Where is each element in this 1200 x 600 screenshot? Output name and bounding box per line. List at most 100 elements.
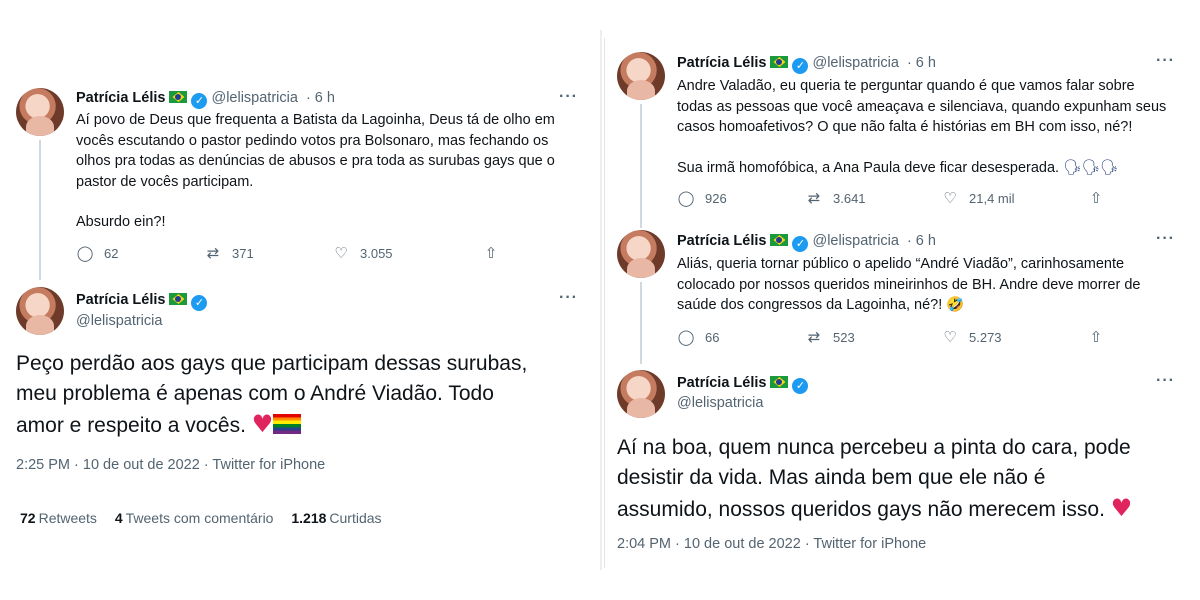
red-heart-emoji: ♥ — [1110, 494, 1133, 522]
retweets-stat[interactable]: 72 Retweets — [20, 510, 97, 526]
display-name[interactable]: Patrícia Lélis — [677, 55, 766, 71]
tweet-text-line: Aliás, queria tornar público o apelido “… — [677, 256, 1125, 272]
more-icon[interactable]: ··· — [559, 88, 578, 106]
retweet-icon: ⇄ — [206, 245, 220, 262]
retweet-count: 3.641 — [833, 190, 866, 206]
display-name[interactable]: Patrícia Lélis — [677, 375, 766, 391]
retweets-count: 72 — [20, 510, 36, 526]
retweet-button[interactable]: ⇄ 371 — [204, 244, 332, 262]
tweet-text: Peço perdão aos gays que participam dess… — [16, 349, 591, 441]
username[interactable]: @lelispatricia — [812, 233, 898, 249]
like-button[interactable]: ♡ 21,4 mil — [941, 189, 1087, 207]
verified-badge-icon: ✓ — [191, 295, 208, 311]
like-button[interactable]: ♡ 3.055 — [332, 244, 482, 262]
reply-count: 926 — [705, 190, 727, 206]
username[interactable]: @lelispatricia — [812, 55, 898, 71]
left-screenshot: Patrícia Lélis ✓ @lelispatricia · 6 h ··· … — [0, 72, 600, 542]
tweet-text-line: Aí na boa, quem nunca percebeu a pinta d… — [617, 436, 1131, 459]
heart-icon: ♡ — [943, 329, 957, 346]
retweet-count: 523 — [833, 329, 855, 345]
likes-stat[interactable]: 1.218 Curtidas — [291, 510, 381, 526]
display-name[interactable]: Patrícia Lélis — [76, 292, 165, 308]
more-icon[interactable]: ··· — [559, 289, 578, 307]
tweet-text: Andre Valadão, eu queria te perguntar qu… — [677, 76, 1187, 178]
tweet-actions: ◯ 926 ⇄ 3.641 ♡ 21,4 mil ⇧ — [677, 189, 1127, 207]
tweet-header: Patrícia Lélis ✓ @lelispatricia · 6 h — [677, 54, 936, 74]
tweet-text-line: vocês escutando o pastor pedindo votos p… — [76, 132, 549, 149]
tweet-text-line: desistir da vida. Mas ainda bem que ele … — [617, 466, 1046, 489]
tweet-text-line: amor e respeito a vocês. — [16, 414, 246, 437]
tweet-timestamp[interactable]: 2:25 PM · 10 de out de 2022 · Twitter fo… — [16, 457, 325, 473]
username[interactable]: @lelispatricia — [677, 395, 763, 411]
username[interactable]: @lelispatricia — [76, 313, 162, 329]
tweet-text-line: todas as pessoas que você ameaçava e sil… — [677, 98, 1167, 115]
avatar[interactable] — [16, 88, 64, 136]
likes-count: 1.218 — [291, 510, 327, 526]
retweets-label: Retweets — [38, 510, 97, 526]
tweet-header: Patrícia Lélis ✓ @lelispatricia · 6 h — [677, 232, 936, 252]
reply-count: 62 — [104, 245, 119, 261]
display-name[interactable]: Patrícia Lélis — [76, 90, 165, 106]
heart-icon: ♡ — [334, 245, 348, 262]
timestamp[interactable]: · 6 h — [907, 55, 936, 71]
tweet-timestamp[interactable]: 2:04 PM · 10 de out de 2022 · Twitter fo… — [617, 536, 926, 552]
share-button[interactable]: ⇧ — [1087, 189, 1127, 207]
thread-line — [640, 104, 642, 228]
timestamp[interactable]: · 6 h — [907, 233, 936, 249]
rolling-laughing-emoji: 🤣 — [946, 297, 965, 313]
tweet-text-line: pastor de vocês participam. — [76, 173, 254, 190]
share-button[interactable]: ⇧ — [482, 244, 522, 262]
brazil-flag-icon — [770, 376, 789, 388]
tweet-text-line: Andre Valadão, eu queria te perguntar qu… — [677, 78, 1135, 94]
rainbow-flag-emoji — [273, 414, 302, 434]
reply-button[interactable]: ◯ 62 — [76, 244, 204, 262]
avatar[interactable] — [617, 230, 665, 278]
reply-icon: ◯ — [76, 245, 94, 262]
share-icon: ⇧ — [1089, 190, 1103, 207]
tweet-text-line: Absurdo ein?! — [76, 214, 166, 230]
thread-line — [640, 282, 642, 364]
reply-button[interactable]: ◯ 926 — [677, 189, 805, 207]
quotes-label: Tweets com comentário — [125, 510, 274, 526]
tweet-text-line: casos homoafetivos? O que não falta é hi… — [677, 119, 1133, 135]
screenshot-divider — [600, 30, 602, 570]
tweet-actions: ◯ 66 ⇄ 523 ♡ 5.273 ⇧ — [677, 328, 1127, 346]
brazil-flag-icon — [770, 56, 789, 68]
quotes-stat[interactable]: 4 Tweets com comentário — [115, 510, 274, 526]
share-button[interactable]: ⇧ — [1087, 328, 1127, 346]
thread-line — [39, 140, 41, 280]
tweet[interactable]: Patrícia Lélis ✓ @lelispatricia · 6 h ··· … — [0, 72, 600, 280]
avatar[interactable] — [617, 52, 665, 100]
tweet-header: Patrícia Lélis ✓ — [76, 291, 208, 311]
like-button[interactable]: ♡ 5.273 — [941, 328, 1087, 346]
tweet-text-line: Sua irmã homofóbica, a Ana Paula deve fi… — [677, 159, 1060, 176]
tweet-text-line: meu problema é apenas com o André Viadão… — [16, 382, 494, 405]
like-count: 5.273 — [969, 329, 1002, 345]
retweet-button[interactable]: ⇄ 3.641 — [805, 189, 941, 207]
focused-tweet[interactable]: Patrícia Lélis ✓ @lelispatricia ··· Aí na… — [605, 358, 1197, 568]
tweet-text-line: assumido, nossos queridos gays não merec… — [617, 498, 1105, 521]
tweet-text: Aliás, queria tornar público o apelido “… — [677, 254, 1187, 316]
more-icon[interactable]: ··· — [1156, 52, 1175, 70]
reply-button[interactable]: ◯ 66 — [677, 328, 805, 346]
tweet[interactable]: Patrícia Lélis ✓ @lelispatricia · 6 h ··· … — [605, 216, 1197, 364]
focused-tweet[interactable]: Patrícia Lélis ✓ @lelispatricia ··· Peço … — [0, 277, 600, 547]
brazil-flag-icon — [169, 293, 188, 305]
brazil-flag-icon — [169, 91, 188, 103]
avatar[interactable] — [16, 287, 64, 335]
retweet-icon: ⇄ — [807, 190, 821, 207]
share-icon: ⇧ — [1089, 329, 1103, 346]
tweet-header: Patrícia Lélis ✓ — [677, 374, 809, 394]
username[interactable]: @lelispatricia — [211, 90, 297, 106]
more-icon[interactable]: ··· — [1156, 372, 1175, 390]
verified-badge-icon: ✓ — [792, 236, 809, 252]
avatar[interactable] — [617, 370, 665, 418]
more-icon[interactable]: ··· — [1156, 230, 1175, 248]
retweet-button[interactable]: ⇄ 523 — [805, 328, 941, 346]
timestamp[interactable]: · 6 h — [306, 90, 335, 106]
display-name[interactable]: Patrícia Lélis — [677, 233, 766, 249]
share-icon: ⇧ — [484, 245, 498, 262]
red-heart-emoji: ♥ — [251, 410, 274, 438]
like-count: 21,4 mil — [969, 190, 1015, 206]
tweet[interactable]: Patrícia Lélis ✓ @lelispatricia · 6 h ··· … — [605, 38, 1197, 228]
